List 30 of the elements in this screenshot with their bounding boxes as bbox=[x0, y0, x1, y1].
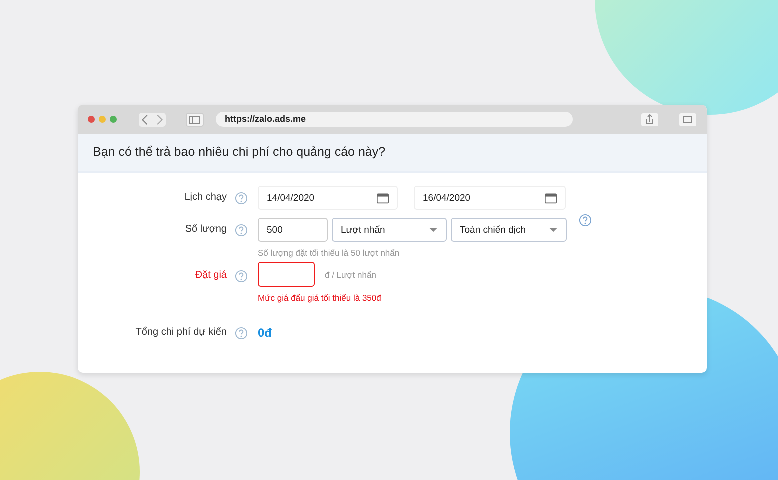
field-label: Lịch chạy bbox=[184, 192, 227, 203]
form-heading: Bạn có thể trả bao nhiêu chi phí cho quảng cáo này? bbox=[78, 134, 707, 173]
dropdown[interactable]: Toàn chiến dịch bbox=[451, 218, 567, 242]
help-icon[interactable] bbox=[235, 224, 248, 237]
caret-icon bbox=[549, 228, 558, 232]
address-bar[interactable]: https://zalo.ads.me bbox=[216, 112, 573, 127]
quantity-field[interactable]: 500 bbox=[258, 218, 328, 242]
field-label: Số lượng bbox=[185, 224, 227, 235]
calendar-icon[interactable] bbox=[377, 192, 389, 204]
help-icon[interactable] bbox=[235, 327, 248, 340]
unit-label: đ / Lượt nhấn bbox=[324, 269, 376, 280]
hint-text: Số lượng đặt tối thiểu là 50 lượt nhấn bbox=[258, 248, 401, 258]
total-cost: 0đ bbox=[258, 325, 272, 340]
date-field[interactable]: 16/04/2020 bbox=[414, 186, 566, 210]
help-icon[interactable] bbox=[579, 214, 592, 227]
error-message: Mức giá đấu giá tối thiểu là 350đ bbox=[258, 293, 382, 303]
help-icon[interactable] bbox=[235, 192, 248, 205]
share-icon[interactable] bbox=[641, 112, 659, 126]
maximize-icon[interactable] bbox=[110, 116, 117, 123]
date-field[interactable]: 14/04/2020 bbox=[258, 186, 398, 210]
field-label: Tổng chi phí dự kiến bbox=[136, 327, 227, 338]
calendar-icon[interactable] bbox=[545, 192, 557, 204]
sidebar-icon[interactable] bbox=[186, 112, 204, 126]
tabs-icon[interactable] bbox=[679, 112, 697, 126]
field-label: Đặt giá bbox=[195, 270, 227, 281]
dropdown[interactable]: Lượt nhấn bbox=[332, 218, 447, 242]
caret-icon bbox=[429, 228, 438, 232]
price-field[interactable] bbox=[258, 262, 315, 287]
close-icon[interactable] bbox=[88, 116, 95, 123]
help-icon[interactable] bbox=[235, 270, 248, 283]
